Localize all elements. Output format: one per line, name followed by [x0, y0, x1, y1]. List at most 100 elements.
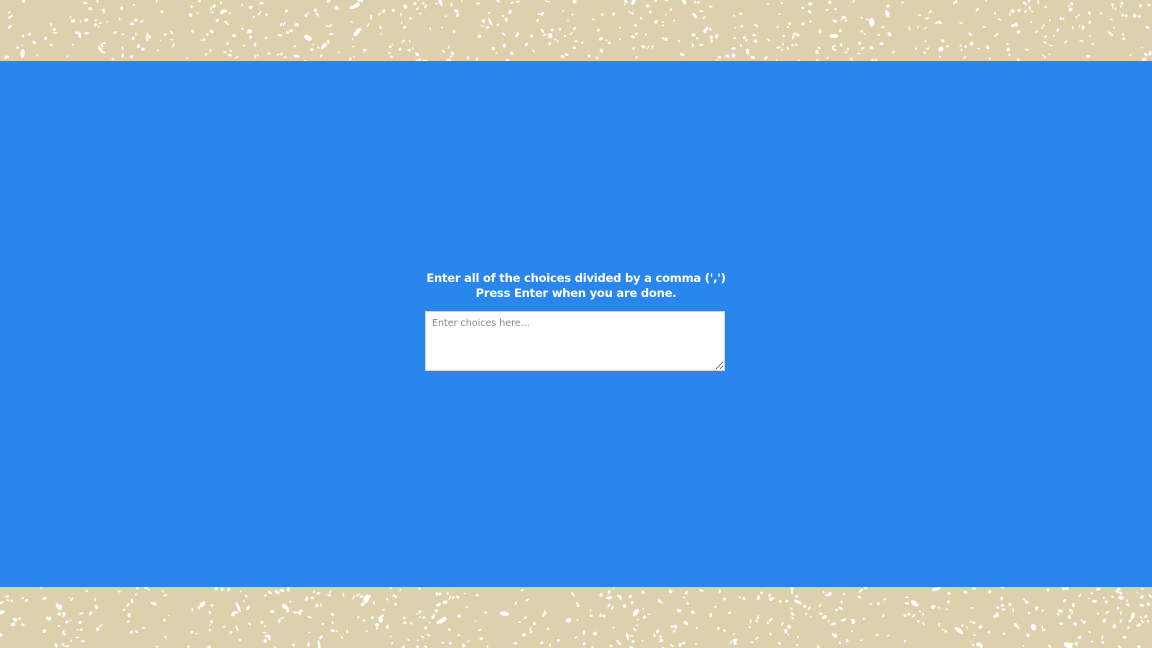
speckle [807, 606, 811, 611]
speckle [126, 603, 130, 607]
speckle [1028, 5, 1031, 11]
speckle [225, 22, 229, 26]
speckle [32, 40, 37, 45]
speckle [42, 629, 47, 633]
speckle [733, 14, 735, 17]
speckle [809, 615, 812, 618]
speckle [1034, 606, 1039, 611]
speckle [518, 621, 522, 624]
speckle [545, 0, 547, 3]
speckle [359, 0, 364, 3]
speckle [292, 611, 297, 614]
speckle [975, 7, 979, 12]
speckle [94, 604, 99, 610]
speckle [317, 639, 321, 648]
speckle [1092, 599, 1097, 603]
speckle [319, 54, 323, 58]
speckle [362, 48, 366, 53]
speckle [642, 615, 647, 619]
speckle [238, 638, 242, 642]
speckle [279, 22, 283, 26]
speckle [248, 622, 251, 625]
speckle [922, 621, 925, 626]
speckle [69, 619, 72, 622]
speckle [312, 43, 314, 46]
speckle [1030, 10, 1034, 13]
speckle [959, 44, 962, 47]
speckle [599, 48, 604, 53]
speckle [739, 44, 742, 48]
speckle [750, 56, 756, 59]
speckle [815, 49, 819, 55]
speckle [1101, 641, 1105, 644]
speckle [1112, 5, 1114, 9]
speckle [475, 593, 479, 597]
speckle [766, 3, 770, 5]
speckle [861, 47, 865, 50]
speckle [839, 43, 843, 47]
speckle [157, 49, 160, 52]
speckle [229, 12, 231, 15]
speckle [1048, 19, 1051, 22]
speckle [865, 18, 871, 21]
speckle [170, 38, 173, 41]
speckle [541, 28, 544, 34]
speckle [209, 624, 211, 627]
choices-input[interactable] [425, 311, 725, 371]
speckle [163, 594, 168, 597]
speckle [13, 617, 18, 622]
speckle [265, 634, 268, 638]
speckle [827, 0, 832, 4]
speckle [592, 631, 598, 636]
speckle [190, 29, 194, 33]
speckle [524, 42, 529, 46]
speckle [850, 630, 854, 633]
speckle [985, 45, 990, 50]
speckle [560, 55, 565, 59]
speckle [79, 20, 82, 23]
speckle [592, 18, 595, 21]
speckle [857, 595, 862, 599]
speckle [147, 589, 150, 591]
speckle [98, 624, 103, 628]
speckle [969, 620, 972, 623]
speckle [428, 621, 431, 624]
speckle [36, 54, 39, 57]
speckle [691, 33, 696, 37]
speckle [886, 4, 890, 8]
speckle [572, 593, 575, 598]
speckle [1137, 15, 1141, 18]
speckle [293, 45, 296, 48]
speckle [211, 11, 214, 14]
speckle [753, 39, 758, 43]
speckle [556, 40, 559, 43]
speckle [346, 629, 349, 634]
speckle [914, 47, 917, 50]
speckle [635, 32, 638, 35]
speckle [132, 3, 136, 6]
speckle [1088, 35, 1092, 37]
speckle [95, 627, 100, 632]
speckle [229, 630, 233, 634]
speckle [49, 43, 53, 47]
speckle [437, 0, 443, 7]
speckle [961, 624, 964, 627]
speckle [558, 28, 562, 31]
speckle [210, 620, 213, 624]
speckle [599, 613, 602, 617]
speckle [1006, 42, 1009, 46]
speckle [234, 56, 239, 59]
speckle [69, 15, 72, 18]
speckle [1120, 1, 1124, 5]
speckle [941, 628, 946, 631]
speckle [403, 4, 408, 9]
speckle [875, 633, 879, 637]
speckle [641, 640, 644, 642]
speckle [141, 627, 146, 629]
speckle [88, 611, 93, 616]
speckle [616, 640, 619, 643]
speckle [422, 616, 426, 619]
speckle [93, 23, 97, 27]
speckle [122, 608, 126, 612]
speckle [1073, 622, 1077, 626]
